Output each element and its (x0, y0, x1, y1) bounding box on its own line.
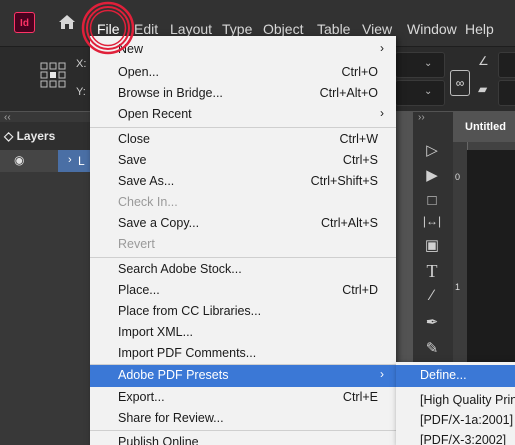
menu-item-export[interactable]: Export... Ctrl+E (90, 387, 396, 408)
menu-item-browse-in-bridge[interactable]: Browse in Bridge... Ctrl+Alt+O (90, 83, 396, 104)
home-icon[interactable] (58, 13, 76, 31)
menu-item-close[interactable]: Close Ctrl+W (90, 129, 396, 150)
menu-item-save-a-copy[interactable]: Save a Copy... Ctrl+Alt+S (90, 213, 396, 234)
layers-panel-header[interactable]: ◇ Layers (0, 122, 90, 150)
menu-item-place-from-cc-libraries[interactable]: Place from CC Libraries... (90, 301, 396, 322)
submenu-arrow-icon: › (380, 41, 384, 55)
chevron-down-icon[interactable]: ⌄ (424, 58, 432, 69)
x-label: X: (76, 58, 87, 70)
pencil-tool-icon[interactable]: ✎ (421, 338, 443, 360)
menu-item-share-for-review[interactable]: Share for Review... (90, 408, 396, 429)
type-tool-icon[interactable]: T (421, 260, 443, 282)
y-label: Y: (76, 86, 86, 98)
layers-panel-title: Layers (16, 129, 56, 143)
rotate-angle-icon[interactable]: ∠ (478, 54, 489, 68)
submenu-item-preset[interactable]: [PDF/X-1a:2001] (396, 410, 515, 432)
menu-item-import-pdf-comments[interactable]: Import PDF Comments... (90, 343, 396, 364)
menu-item-save-as[interactable]: Save As... Ctrl+Shift+S (90, 171, 396, 192)
menu-item-import-xml[interactable]: Import XML... (90, 322, 396, 343)
menu-item-publish-online[interactable]: Publish Online (90, 432, 396, 445)
menu-help[interactable]: Help (465, 0, 494, 46)
layer-expand-icon[interactable]: › (68, 154, 72, 166)
indesign-app-icon[interactable]: Id (14, 12, 35, 33)
rotate-field[interactable] (498, 52, 515, 78)
shear-angle-icon[interactable]: ▰ (478, 82, 487, 96)
annotation-circle (78, 0, 138, 58)
content-collector-icon[interactable]: ▣ (421, 235, 443, 257)
submenu-item-define[interactable]: Define... (396, 365, 515, 387)
layer-name[interactable]: L (78, 154, 85, 168)
shear-field[interactable] (498, 80, 515, 106)
reference-point-icon[interactable] (40, 62, 66, 88)
page-tool-icon[interactable]: □ (421, 190, 443, 212)
menu-item-open[interactable]: Open... Ctrl+O (90, 62, 396, 83)
width-field[interactable] (395, 52, 445, 78)
ruler-mark: 0 (455, 172, 461, 182)
menu-separator (90, 257, 396, 258)
menu-item-place[interactable]: Place... Ctrl+D (90, 280, 396, 301)
menu-window[interactable]: Window (407, 0, 457, 46)
menu-item-revert: Revert (118, 237, 155, 251)
panel-toggle-icon: ◇ (4, 129, 14, 143)
menu-separator (90, 430, 396, 431)
menu-item-open-recent[interactable]: Open Recent › (90, 104, 396, 125)
menu-item-check-in: Check In... (118, 195, 178, 209)
constrain-proportions-icon[interactable]: ∞ (450, 70, 470, 96)
submenu-item-preset[interactable]: [High Quality Print] (396, 390, 515, 412)
document-tab[interactable]: Untitled (453, 112, 515, 142)
gap-tool-icon[interactable]: |↔| (421, 210, 443, 232)
direct-selection-tool-icon[interactable]: ▶ (421, 165, 443, 187)
height-field[interactable] (395, 80, 445, 106)
eye-visibility-icon[interactable]: ◉ (14, 153, 24, 167)
line-tool-icon[interactable]: ∕ (421, 285, 443, 307)
menu-item-adobe-pdf-presets[interactable]: Adobe PDF Presets › (90, 365, 396, 387)
menu-item-save[interactable]: Save Ctrl+S (90, 150, 396, 171)
ruler-mark: 1 (455, 282, 461, 292)
menu-separator (90, 127, 396, 128)
layer-row[interactable]: ◉ › L (0, 150, 90, 172)
chevron-down-icon[interactable]: ⌄ (424, 86, 432, 97)
layer-color-swatch (58, 150, 90, 172)
pdf-presets-submenu: Define... [High Quality Print] [PDF/X-1a… (396, 362, 515, 445)
submenu-arrow-icon: › (380, 106, 384, 120)
file-menu-dropdown: New › Open... Ctrl+O Browse in Bridge... Ct… (90, 36, 396, 445)
submenu-item-preset[interactable]: [PDF/X-3:2002] (396, 430, 515, 445)
pen-tool-icon[interactable]: ✒ (421, 312, 443, 334)
expand-tools-icon[interactable]: ›› (418, 112, 425, 123)
selection-tool-icon[interactable]: ▷ (421, 140, 443, 162)
menu-item-search-adobe-stock[interactable]: Search Adobe Stock... (90, 259, 396, 280)
submenu-arrow-icon: › (380, 367, 384, 381)
